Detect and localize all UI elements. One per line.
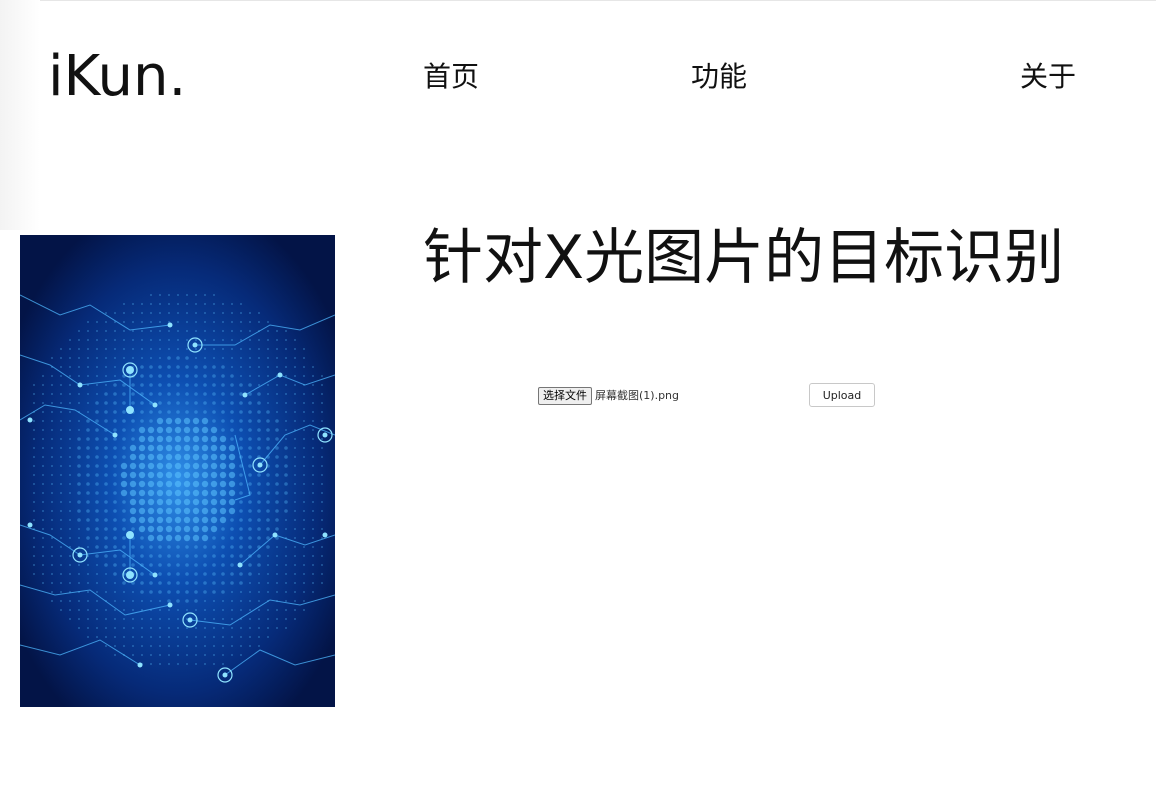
left-edge-shadow <box>0 0 40 230</box>
nav-item-home[interactable]: 首页 <box>423 60 479 94</box>
circuit-node <box>167 602 173 608</box>
circuit-node <box>77 382 83 388</box>
circuit-node <box>152 402 158 408</box>
circuit-node <box>272 532 278 538</box>
circuit-node <box>242 392 248 398</box>
nav-item-about[interactable]: 关于 <box>1020 60 1076 94</box>
upload-button[interactable]: Upload <box>809 383 875 407</box>
circuit-node <box>237 562 243 568</box>
circuit-node <box>126 531 134 539</box>
top-divider <box>0 0 1156 1</box>
circuit-node <box>112 432 118 438</box>
circuit-node <box>192 342 198 348</box>
circuit-network-graphic <box>20 235 335 707</box>
circuit-node <box>167 322 173 328</box>
page-title: 针对X光图片的目标识别 <box>423 223 1065 293</box>
circuit-node <box>27 417 33 423</box>
circuit-node <box>126 571 134 579</box>
site-logo[interactable]: iKun. <box>48 42 186 112</box>
circuit-node <box>137 662 143 668</box>
circuit-node <box>126 406 134 414</box>
circuit-node <box>222 672 228 678</box>
nav-item-features[interactable]: 功能 <box>691 60 747 94</box>
selected-file-name: 屏幕截图(1).png <box>595 389 680 402</box>
circuit-node <box>322 532 328 538</box>
circuit-node <box>257 462 263 468</box>
choose-file-button[interactable]: 选择文件 <box>538 387 592 405</box>
circuit-node <box>322 432 328 438</box>
page: iKun. 首页 功能 关于 针对X光图片的目标识别 选择文件 屏幕截图(1).… <box>0 0 1156 796</box>
circuit-network-image <box>20 235 335 707</box>
circuit-node <box>77 552 83 558</box>
circuit-node <box>126 366 134 374</box>
upload-form: 选择文件 屏幕截图(1).png Upload <box>538 383 878 409</box>
circuit-node <box>277 372 283 378</box>
circuit-node <box>27 522 33 528</box>
circuit-node <box>152 572 158 578</box>
circuit-node <box>187 617 193 623</box>
